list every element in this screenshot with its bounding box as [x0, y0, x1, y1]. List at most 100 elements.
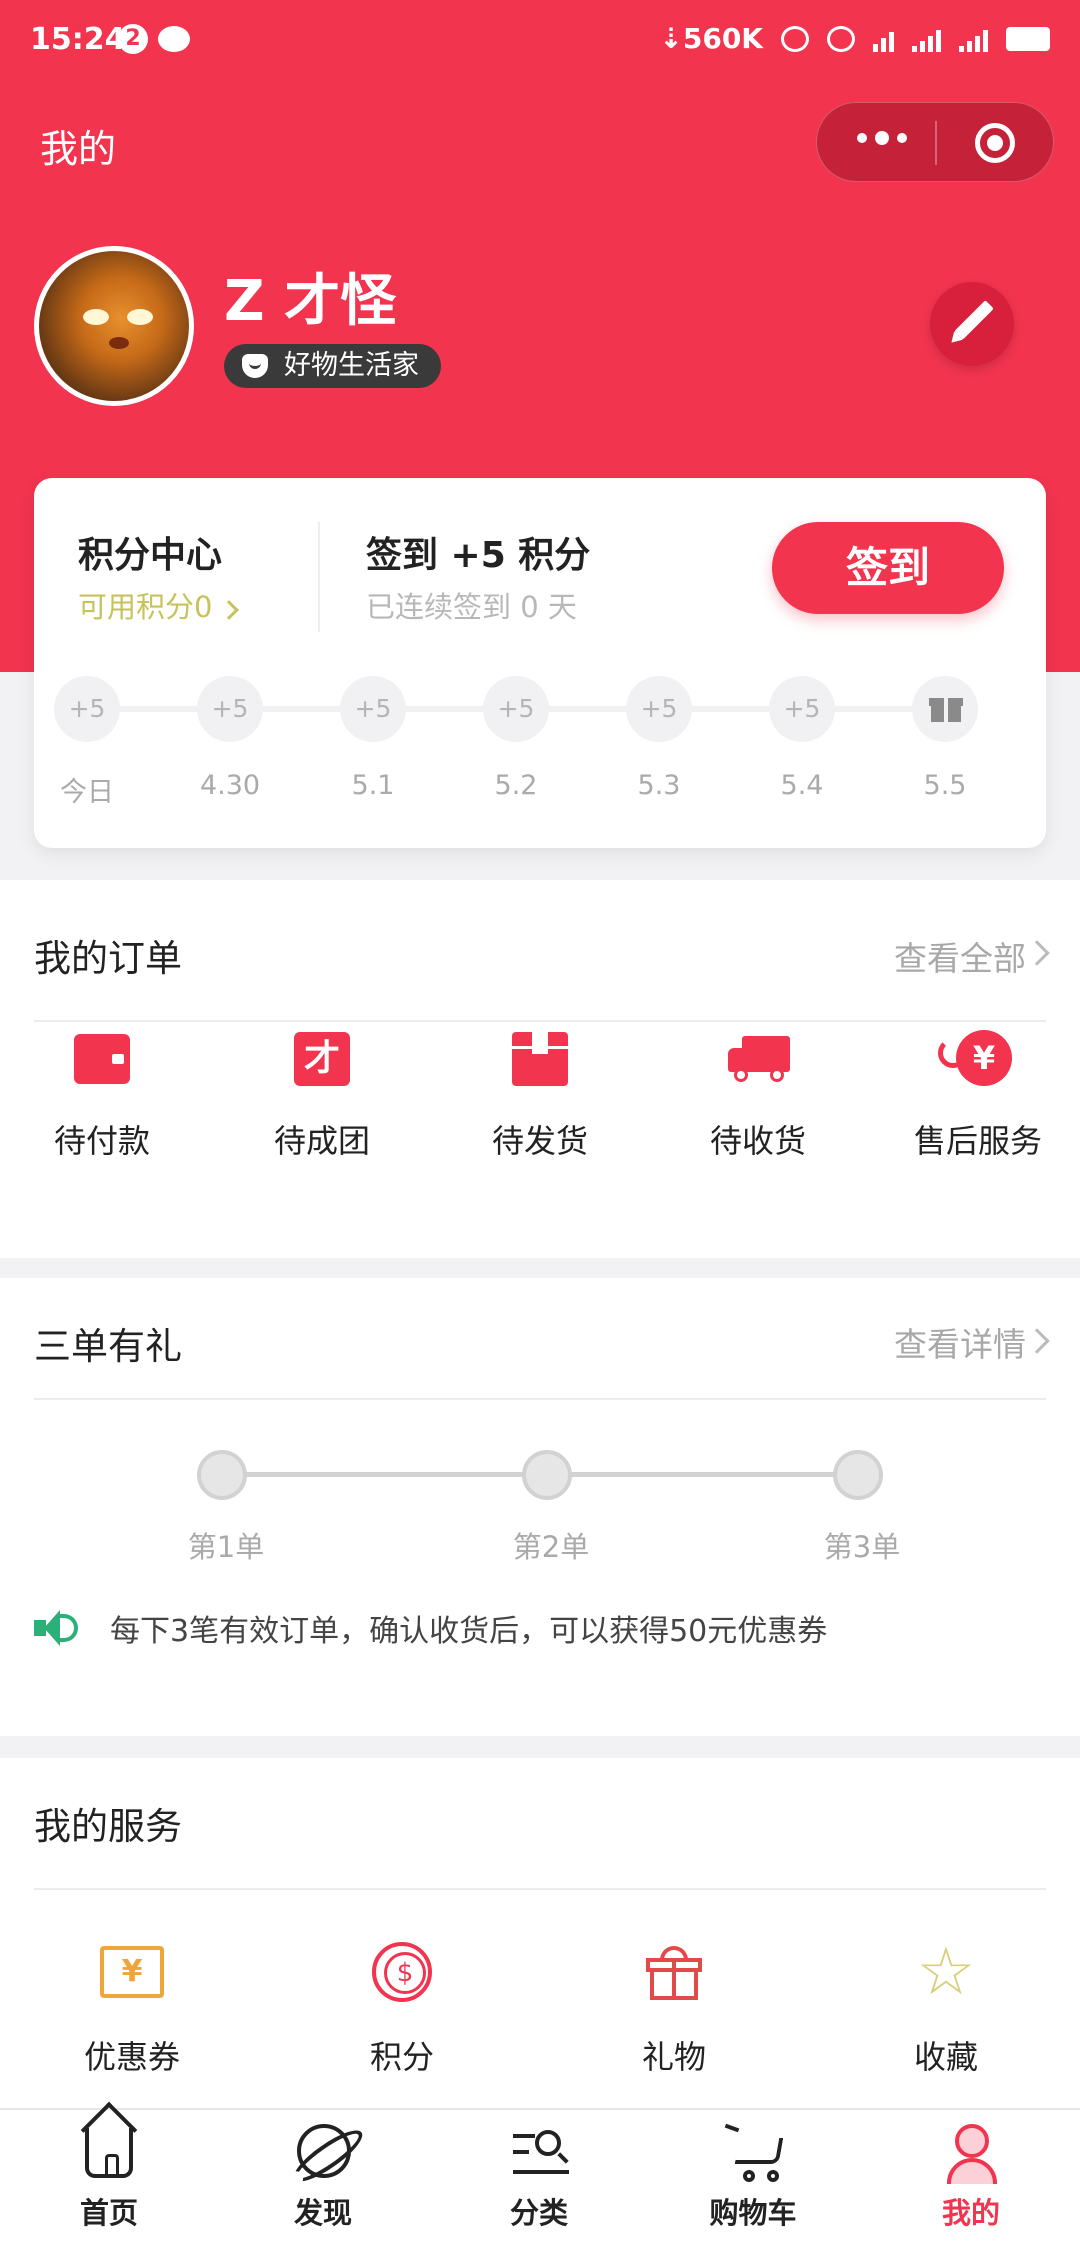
day-reward: +5 [626, 676, 692, 742]
status-time: 15:24 [30, 22, 126, 57]
view-all-orders-link[interactable]: 查看全部 [894, 932, 1026, 980]
sign-in-title: 签到 +5 积分 [366, 535, 591, 576]
pencil-icon [954, 300, 994, 340]
battery-icon [1006, 26, 1050, 51]
chevron-right-icon [219, 600, 240, 620]
day-label: 5.1 [351, 770, 395, 801]
service-points[interactable]: 积分 [302, 1940, 502, 2078]
capsule-divider [935, 121, 937, 165]
order-label: 待成团 [273, 1122, 370, 1160]
group-icon: 才 [292, 1030, 352, 1086]
tab-bar: 首页 发现 分类 购物车 我的 [0, 2108, 1080, 2242]
step-label: 第2单 [512, 1530, 590, 1564]
tab-label: 发现 [293, 2196, 352, 2230]
coupon-icon: ¥ [100, 1940, 164, 2004]
order-label: 售后服务 [913, 1122, 1042, 1160]
service-label: 优惠券 [83, 2038, 180, 2076]
wifi-icon [873, 26, 894, 52]
category-search-icon [507, 2120, 571, 2186]
order-label: 待发货 [491, 1122, 588, 1160]
service-gifts[interactable]: 礼物 [574, 1940, 774, 2078]
page-title: 我的 [40, 127, 117, 171]
tab-category[interactable]: 分类 [464, 2120, 614, 2232]
section-title: 我的服务 [34, 1805, 182, 1848]
divider [318, 522, 320, 632]
service-label: 收藏 [913, 2038, 978, 2076]
status-icons: ⇣560K [659, 22, 1050, 55]
divider [34, 1398, 1046, 1400]
sign-in-button[interactable]: 签到 [772, 522, 1004, 614]
day-label: 5.4 [780, 770, 824, 801]
chevron-right-icon [1024, 940, 1050, 966]
order-label: 待收货 [709, 1122, 806, 1160]
step-label: 第3单 [823, 1530, 901, 1564]
order-pending-receipt[interactable]: 待收货 [678, 1030, 838, 1162]
service-coupons[interactable]: ¥ 优惠券 [32, 1940, 232, 2078]
tab-label: 购物车 [709, 2196, 797, 2230]
member-badge-label: 好物生活家 [284, 350, 419, 381]
truck-icon [728, 1030, 790, 1086]
day-reward: +5 [340, 676, 406, 742]
miniprogram-capsule [816, 102, 1054, 182]
step-dot [833, 1450, 883, 1500]
order-pending-payment[interactable]: 待付款 [22, 1030, 182, 1162]
my-services-section: 我的服务 ¥ 优惠券 积分 礼物 ☆ 收藏 [0, 1758, 1080, 2108]
alarm-icon [781, 25, 809, 52]
available-points-label: 可用积分0 [78, 590, 213, 624]
step-dot [522, 1450, 572, 1500]
tab-label: 首页 [79, 2196, 138, 2230]
tab-cart[interactable]: 购物车 [678, 2120, 828, 2232]
signal-icon [959, 26, 988, 52]
more-icon[interactable] [857, 131, 907, 145]
net-speed: ⇣560K [659, 22, 763, 55]
tab-label: 分类 [509, 2196, 568, 2230]
speaker-icon [34, 1608, 78, 1648]
planet-icon [291, 2120, 355, 2186]
my-orders-section: 我的订单 查看全部 待付款 才 待成团 待发货 待收货 ¥ 售后服务 [0, 880, 1080, 1258]
chevron-right-icon [1024, 1328, 1050, 1354]
user-icon [939, 2120, 1003, 2186]
points-center-title[interactable]: 积分中心 [78, 526, 222, 578]
service-label: 积分 [369, 2038, 434, 2076]
avatar-eye [83, 309, 109, 325]
gift-icon [642, 1940, 706, 2004]
view-details-link[interactable]: 查看详情 [894, 1318, 1026, 1366]
day-label: 今日 [60, 777, 114, 808]
edit-profile-button[interactable] [930, 282, 1014, 366]
day-label: 4.30 [199, 770, 261, 801]
day-label: 5.2 [494, 770, 538, 801]
service-favorites[interactable]: ☆ 收藏 [846, 1939, 1046, 2078]
username: Z 才怪 [224, 269, 397, 334]
available-points-link[interactable]: 可用积分0 [78, 584, 240, 626]
day-reward: +5 [54, 676, 120, 742]
order-after-sales[interactable]: ¥ 售后服务 [898, 1030, 1058, 1162]
order-pending-group[interactable]: 才 待成团 [242, 1030, 402, 1162]
section-title: 三单有礼 [34, 1325, 182, 1368]
avatar-nose [109, 337, 129, 349]
yen-refund-icon: ¥ [938, 1030, 1012, 1086]
wallet-icon [72, 1030, 132, 1086]
diamond-icon [242, 354, 268, 378]
close-target-icon[interactable] [975, 123, 1015, 163]
order-label: 待付款 [53, 1122, 150, 1160]
day-label: 5.3 [637, 770, 681, 801]
day-reward: +5 [197, 676, 263, 742]
avatar-eye [127, 309, 153, 325]
notice-text: 每下3笔有效订单，确认收货后，可以获得50元优惠券 [110, 1614, 828, 1649]
notification-count-badge: 2 [118, 24, 148, 54]
chat-icon [158, 26, 190, 52]
divider [34, 1020, 1046, 1022]
app-root: 15:24 2 ⇣560K 我的 Z 才怪 好物生活家 积分中心 可用积分0 签… [0, 0, 1080, 2242]
tab-home[interactable]: 首页 [34, 2120, 184, 2232]
avatar[interactable] [34, 246, 194, 406]
step-label: 第1单 [187, 1530, 265, 1564]
tab-discover[interactable]: 发现 [248, 2120, 398, 2232]
points-card: 积分中心 可用积分0 签到 +5 积分 已连续签到 0 天 签到 +5 今日 +5 4… [34, 478, 1046, 848]
cart-icon [721, 2120, 785, 2186]
signal-icon [912, 26, 941, 52]
tab-mine[interactable]: 我的 [896, 2120, 1046, 2232]
day-reward: +5 [769, 676, 835, 742]
order-pending-shipment[interactable]: 待发货 [460, 1030, 620, 1162]
day-label: 5.5 [923, 770, 967, 801]
step-dot [197, 1450, 247, 1500]
